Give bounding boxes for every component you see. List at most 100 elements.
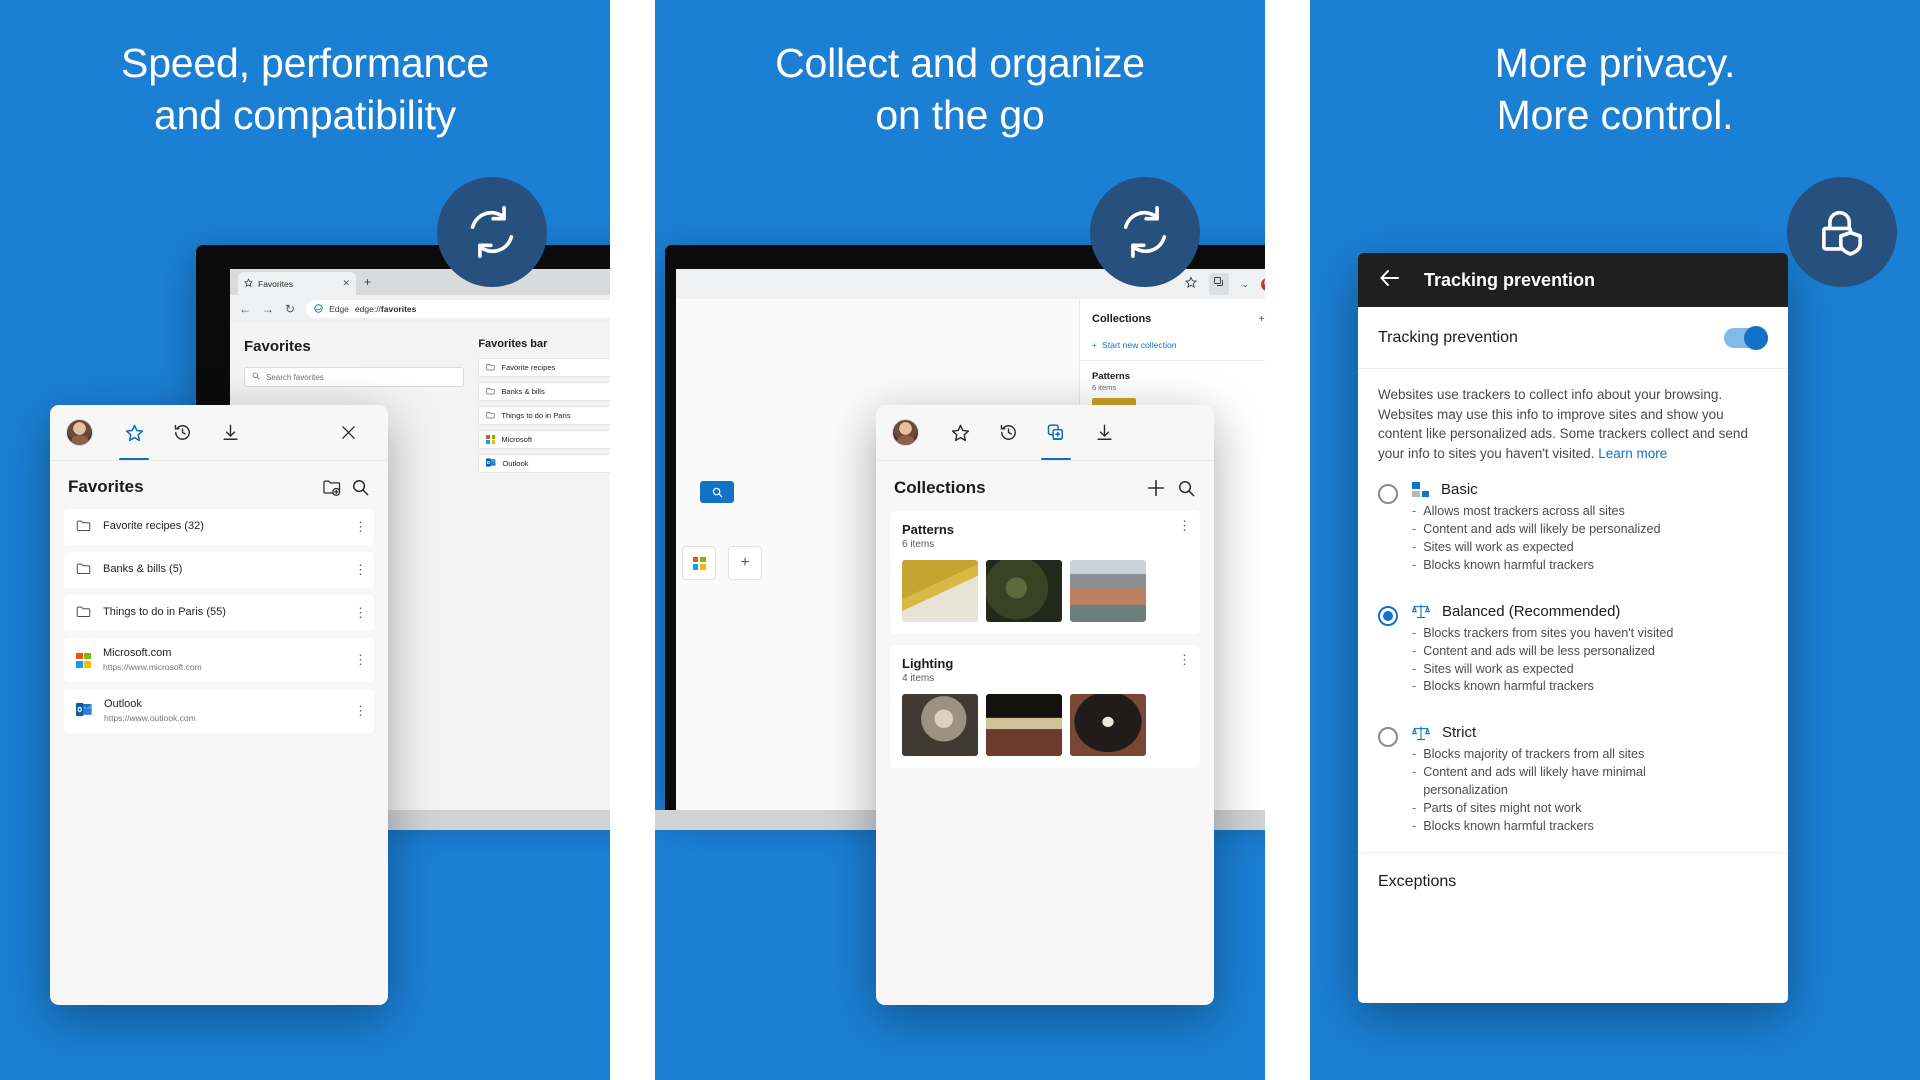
more-options-icon[interactable]: ⋮ xyxy=(354,520,367,533)
search-button[interactable] xyxy=(700,481,734,503)
chevron-down-icon[interactable]: ⌄ xyxy=(1241,279,1249,290)
favorites-bar-item[interactable]: Favorite recipes xyxy=(478,358,610,377)
favorites-bar-item[interactable]: Microsoft xyxy=(478,430,610,449)
collection-thumbnail[interactable] xyxy=(1070,694,1146,756)
tracking-prevention-description: Websites use trackers to collect info ab… xyxy=(1358,369,1788,469)
basic-blocks-icon xyxy=(1412,482,1429,498)
bullet: - Parts of sites might not work xyxy=(1412,800,1582,815)
outlook-logo-icon xyxy=(486,458,496,469)
more-options-icon[interactable]: ⋮ xyxy=(1178,653,1191,666)
avatar-icon xyxy=(66,419,93,446)
edge-logo-icon xyxy=(314,304,323,313)
more-options-icon[interactable]: ⋮ xyxy=(1178,519,1191,532)
panel2-headline-line2: on the go xyxy=(875,91,1045,138)
more-options-icon[interactable]: ⋮ xyxy=(354,704,367,717)
collections-sidepanel-header: Collections + ✕ xyxy=(1080,299,1265,336)
favorites-list-item[interactable]: Favorite recipes (32) ⋮ xyxy=(64,509,374,545)
flyout-tab-profile[interactable] xyxy=(66,405,110,460)
collection-card[interactable]: Patterns 6 items ⋮ xyxy=(890,511,1200,634)
collection-thumbnail[interactable] xyxy=(902,560,978,622)
collections-list: Patterns 6 items ⋮ Lighting 4 items ⋮ xyxy=(876,511,1214,779)
radio-balanced[interactable] xyxy=(1378,605,1398,626)
flyout-tab-favorites[interactable] xyxy=(936,405,984,460)
flyout-close-button[interactable] xyxy=(324,405,372,460)
flyout-tab-history[interactable] xyxy=(158,405,206,460)
balance-scale-icon xyxy=(1411,603,1431,619)
bullet: - Blocks known harmful trackers xyxy=(1412,679,1594,694)
tracking-option-strict[interactable]: Strict - Blocks majority of trackers from… xyxy=(1358,702,1788,841)
search-icon[interactable] xyxy=(1177,479,1196,498)
collection-thumbnail[interactable] xyxy=(986,560,1062,622)
add-tile-button[interactable]: + xyxy=(728,546,762,580)
collections-icon[interactable] xyxy=(1209,273,1230,295)
favorites-bar-item[interactable]: Things to do in Paris xyxy=(478,406,610,425)
search-icon[interactable] xyxy=(351,478,370,497)
flyout-tab-history[interactable] xyxy=(984,405,1032,460)
tracking-prevention-toggle[interactable] xyxy=(1724,325,1768,350)
plus-icon[interactable]: + xyxy=(364,276,371,288)
panel2-sync-badge xyxy=(1090,177,1200,287)
tracking-option-basic[interactable]: Basic - Allows most trackers across all s… xyxy=(1358,469,1788,581)
flyout-tab-downloads[interactable] xyxy=(1080,405,1128,460)
favorites-list-item-label: Outlook xyxy=(104,698,142,711)
favorites-bar-item-label: Things to do in Paris xyxy=(501,411,571,420)
close-icon[interactable]: ✕ xyxy=(342,278,350,289)
browser-tab[interactable]: Favorites ✕ xyxy=(238,272,356,295)
tracking-option-title: Strict xyxy=(1442,724,1477,742)
start-new-collection-button[interactable]: + Start new collection xyxy=(1080,336,1265,361)
tracking-option-bullets: - Blocks majority of trackers from all si… xyxy=(1412,746,1768,835)
learn-more-link[interactable]: Learn more xyxy=(1598,446,1667,461)
tracking-prevention-screen: Tracking prevention Tracking prevention … xyxy=(1358,253,1788,1003)
flyout-tab-downloads[interactable] xyxy=(206,405,254,460)
favorites-list-item[interactable]: Banks & bills (5) ⋮ xyxy=(64,552,374,588)
tracking-option-balanced[interactable]: Balanced (Recommended) - Blocks trackers … xyxy=(1358,581,1788,703)
more-options-icon[interactable]: ⋮ xyxy=(354,653,367,666)
favorites-flyout: Favorites Favorite recipes (32) ⋮ Banks … xyxy=(50,405,388,1005)
radio-basic[interactable] xyxy=(1378,484,1398,505)
bg-collection-name: Patterns xyxy=(1092,371,1131,382)
tile-microsoft[interactable] xyxy=(682,546,716,580)
more-options-icon[interactable]: ⋮ xyxy=(354,606,367,619)
favorites-bar-item-label: Microsoft xyxy=(501,435,533,444)
folder-icon xyxy=(76,562,91,578)
balance-scale-icon xyxy=(1411,725,1431,741)
more-options-icon[interactable]: ⋮ xyxy=(354,563,367,576)
panel1-headline-line1: Speed, performance xyxy=(121,40,489,86)
screenshot-root: Speed, performance and compatibility Fav… xyxy=(0,0,1920,1080)
avatar-icon[interactable] xyxy=(1261,277,1265,291)
flyout-tab-profile[interactable] xyxy=(892,405,936,460)
favorites-list-item[interactable]: Things to do in Paris (55) ⋮ xyxy=(64,595,374,631)
collection-card[interactable]: Lighting 4 items ⋮ xyxy=(890,645,1200,768)
folder-icon xyxy=(76,519,91,535)
radio-strict[interactable] xyxy=(1378,727,1398,748)
collection-thumbnail[interactable] xyxy=(1070,560,1146,622)
tracking-prevention-toggle-row[interactable]: Tracking prevention xyxy=(1358,307,1788,369)
microsoft-logo-icon xyxy=(692,556,706,570)
search-icon xyxy=(252,372,260,382)
favorites-list-item[interactable]: Microsoft.com https://www.microsoft.com … xyxy=(64,638,374,682)
refresh-icon[interactable]: ↻ xyxy=(285,303,295,315)
address-bar[interactable]: Edge edge://favorites xyxy=(306,299,610,318)
arrow-right-icon[interactable]: → xyxy=(262,303,274,315)
tracking-prevention-description-text: Websites use trackers to collect info ab… xyxy=(1378,387,1748,461)
collection-thumbnail[interactable] xyxy=(902,694,978,756)
flyout-tab-collections[interactable] xyxy=(1032,405,1080,460)
plus-icon[interactable]: + xyxy=(1259,314,1265,325)
collection-thumbnail[interactable] xyxy=(986,694,1062,756)
favorites-list-item[interactable]: Outlook https://www.outlook.com ⋮ xyxy=(64,689,374,733)
favorites-bar-item[interactable]: Outlook xyxy=(478,454,610,473)
arrow-left-icon[interactable] xyxy=(1378,266,1402,295)
favorites-bar-item[interactable]: Banks & bills xyxy=(478,382,610,401)
plus-icon[interactable] xyxy=(1145,477,1167,499)
download-icon xyxy=(222,424,238,440)
add-folder-icon[interactable] xyxy=(322,478,341,497)
panel-divider xyxy=(610,0,655,1080)
exceptions-row[interactable]: Exceptions xyxy=(1358,851,1788,911)
panel3-headline-line2: More control. xyxy=(1496,91,1734,138)
search-input[interactable]: Search favorites xyxy=(244,367,465,387)
favorites-bar-item-label: Banks & bills xyxy=(501,387,545,396)
arrow-left-icon[interactable]: ← xyxy=(239,303,251,315)
flyout-tab-favorites[interactable] xyxy=(110,405,158,460)
star-favorite-icon[interactable] xyxy=(1185,275,1198,293)
star-icon xyxy=(951,424,969,442)
